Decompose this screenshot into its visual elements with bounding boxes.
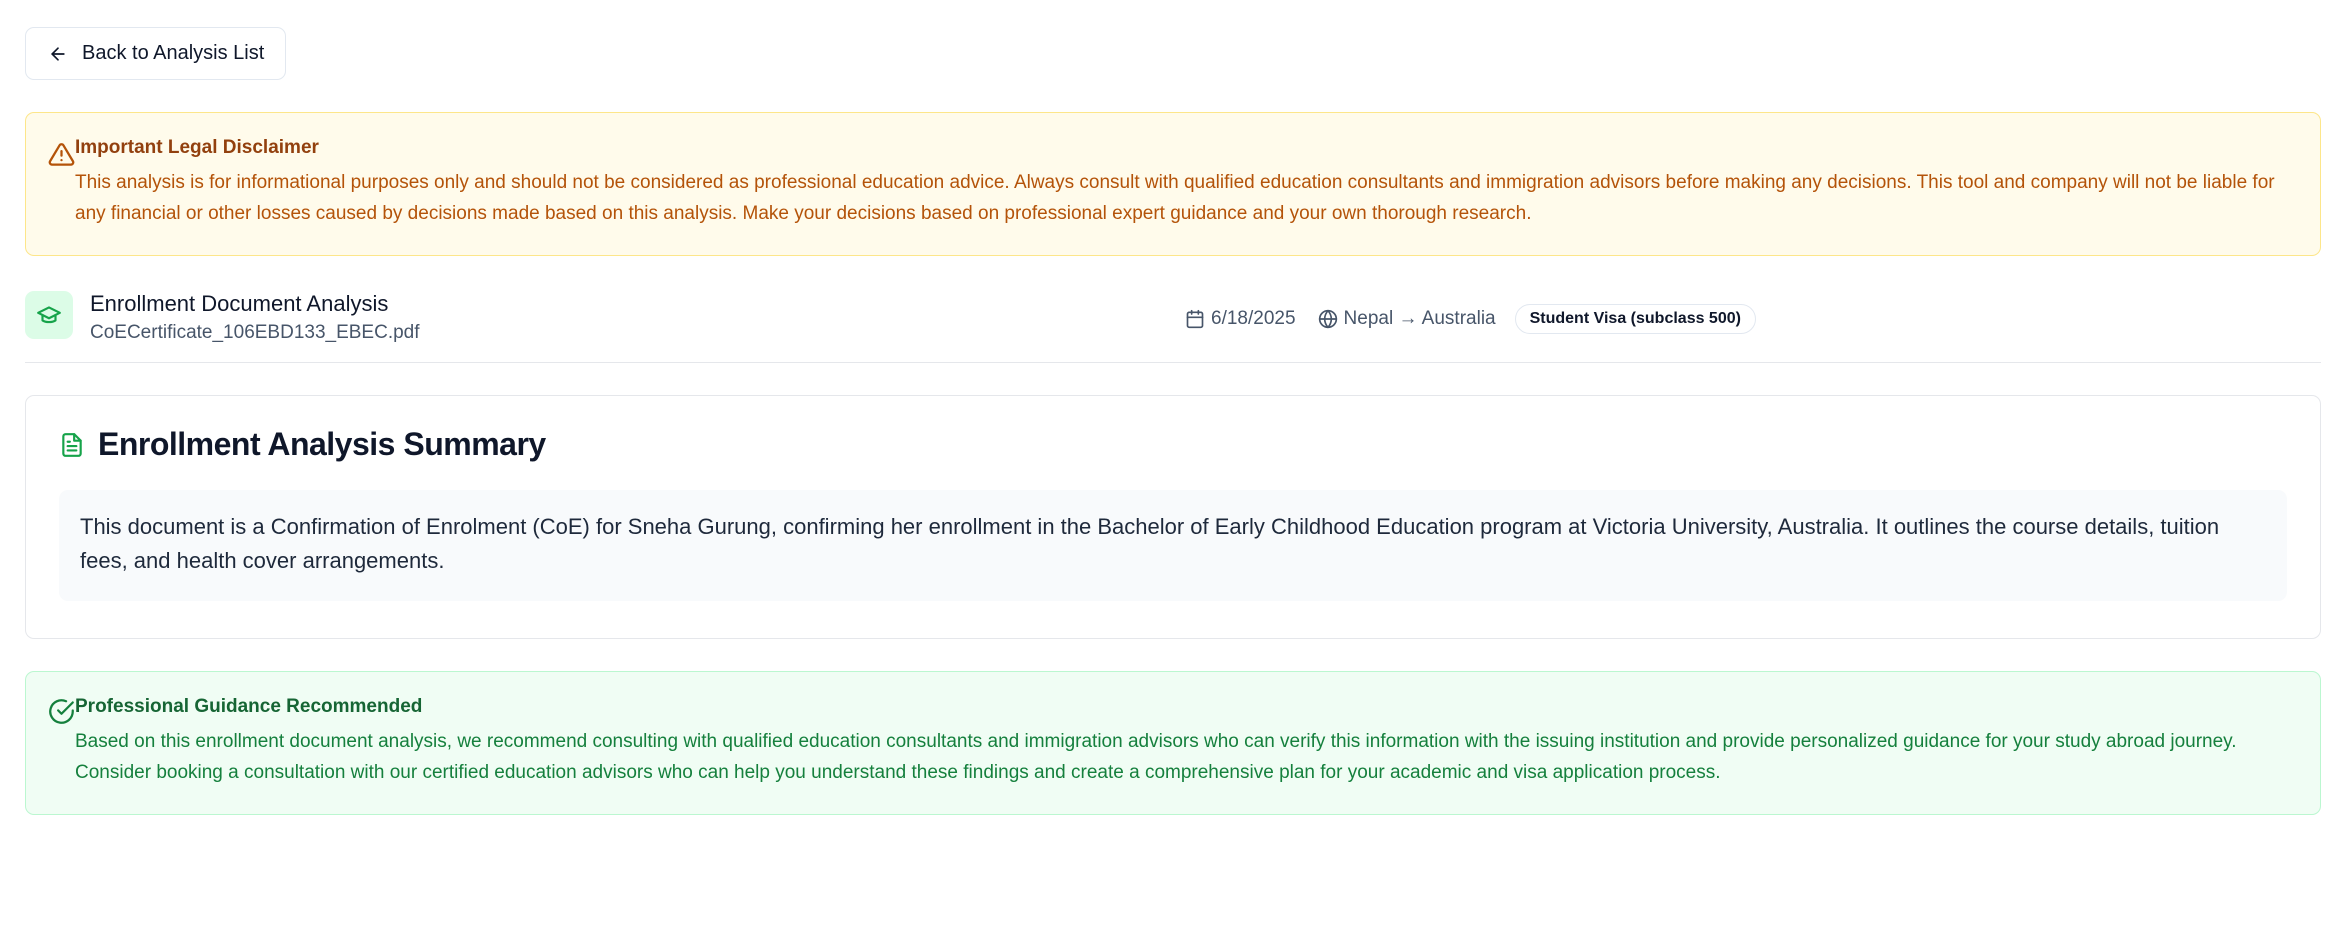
page: Back to Analysis List Important Legal Di… bbox=[0, 0, 2346, 938]
globe-icon bbox=[1318, 309, 1337, 329]
summary-title: Enrollment Analysis Summary bbox=[98, 426, 546, 462]
country-route: Nepal → Australia bbox=[1318, 308, 1496, 330]
document-title: Enrollment Document Analysis bbox=[90, 291, 389, 316]
document-meta: 6/18/2025 Nepal → Australia Student Visa… bbox=[1185, 304, 1756, 334]
country-route-text: Nepal → Australia bbox=[1343, 308, 1496, 329]
calendar-icon bbox=[1186, 309, 1204, 329]
disclaimer-title: Important Legal Disclaimer bbox=[75, 137, 319, 158]
file-text-icon bbox=[62, 432, 82, 457]
analysis-date: 6/18/2025 bbox=[1185, 308, 1296, 330]
guidance-title: Professional Guidance Recommended bbox=[75, 696, 423, 717]
alert-triangle-icon bbox=[48, 143, 75, 166]
summary-card: Enrollment Analysis Summary This documen… bbox=[25, 395, 2321, 639]
arrow-left-icon bbox=[51, 46, 65, 61]
graduation-cap-icon bbox=[37, 306, 61, 324]
back-button-label: Back to Analysis List bbox=[82, 42, 265, 64]
summary-text: This document is a Confirmation of Enrol… bbox=[59, 490, 2287, 601]
check-circle-icon bbox=[49, 699, 74, 724]
analysis-date-text: 6/18/2025 bbox=[1211, 308, 1296, 329]
document-header: Enrollment Document Analysis CoECertific… bbox=[25, 291, 2321, 363]
document-file-name: CoECertificate_106EBD133_EBEC.pdf bbox=[90, 322, 420, 343]
visa-type-badge: Student Visa (subclass 500) bbox=[1514, 304, 1756, 334]
document-type-badge bbox=[25, 291, 73, 339]
disclaimer-text: This analysis is for informational purpo… bbox=[75, 172, 2275, 224]
back-to-analysis-list-button[interactable]: Back to Analysis List bbox=[25, 27, 287, 80]
professional-guidance-alert: Professional Guidance Recommended Based … bbox=[25, 671, 2321, 815]
guidance-text: Based on this enrollment document analys… bbox=[75, 731, 2237, 783]
legal-disclaimer-alert: Important Legal Disclaimer This analysis… bbox=[25, 112, 2321, 256]
